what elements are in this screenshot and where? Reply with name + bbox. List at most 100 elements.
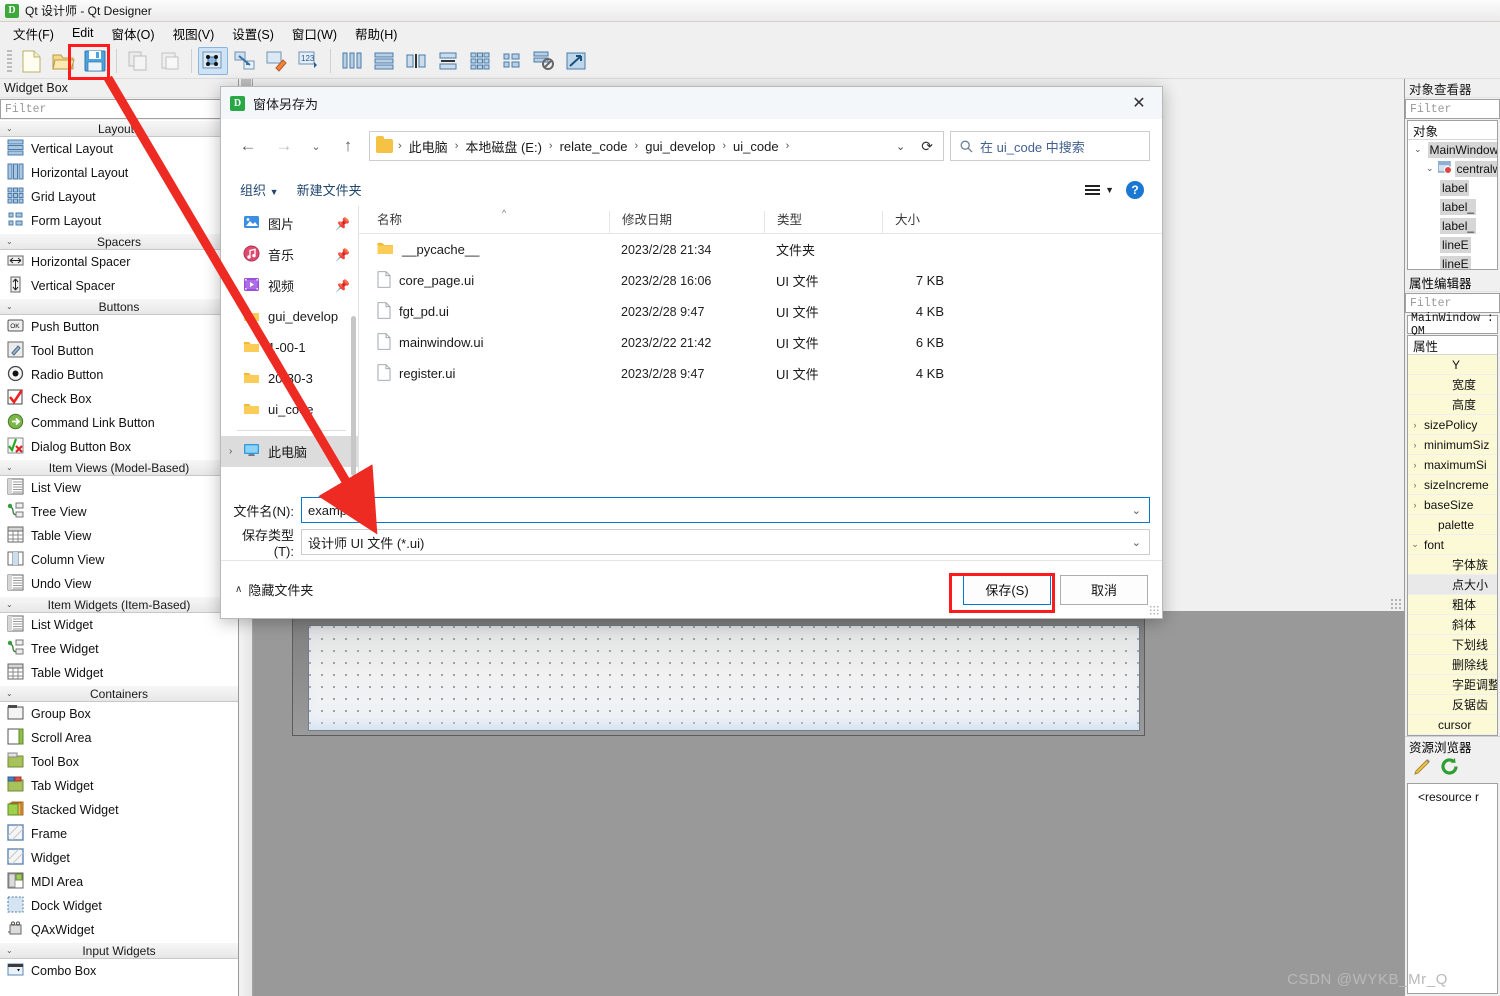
save-button[interactable]: 保存(S) — [963, 575, 1051, 605]
property-row-cursor[interactable]: cursor — [1408, 715, 1497, 735]
property-row-sizeincreme[interactable]: ›sizeIncreme — [1408, 475, 1497, 495]
file-list[interactable]: __pycache__2023/2/28 21:34文件夹core_page.u… — [359, 234, 1162, 389]
property-row-高度[interactable]: 高度 — [1408, 395, 1497, 415]
widget-item-tree-widget[interactable]: Tree Widget — [0, 637, 238, 661]
menu-edit[interactable]: Edit — [63, 24, 103, 42]
new-form-icon[interactable] — [16, 47, 46, 75]
pin-icon[interactable]: 📌 — [335, 248, 350, 262]
widget-box-category-spacers[interactable]: ⌄Spacers — [0, 233, 238, 250]
property-row-删除线[interactable]: 删除线 — [1408, 655, 1497, 675]
file-row[interactable]: register.ui2023/2/28 9:47UI 文件4 KB — [359, 358, 1162, 389]
widget-item-horizontal-layout[interactable]: Horizontal Layout — [0, 161, 238, 185]
chevron-down-icon[interactable]: ⌄ — [1132, 504, 1141, 517]
paste-icon[interactable] — [155, 47, 185, 75]
widget-box-category-input-widgets[interactable]: ⌄Input Widgets — [0, 942, 238, 959]
filetype-select[interactable]: 设计师 UI 文件 (*.ui) ⌄ — [301, 529, 1150, 555]
layout-vertically-icon[interactable] — [369, 47, 399, 75]
widget-item-horizontal-spacer[interactable]: Horizontal Spacer — [0, 250, 238, 274]
chevron-down-icon[interactable]: ⌄ — [1408, 163, 1434, 174]
widget-item-command-link-button[interactable]: Command Link Button — [0, 411, 238, 435]
up-icon[interactable]: ↑ — [333, 131, 363, 161]
widget-box-category-buttons[interactable]: ⌄Buttons — [0, 298, 238, 315]
property-row-字体族[interactable]: 字体族 — [1408, 555, 1497, 575]
object-row-lineedit-2[interactable]: lineE — [1408, 254, 1497, 270]
dialog-places-sidebar[interactable]: 图片📌音乐📌视频📌gui_develop1-00-120-30-3ui_code… — [221, 206, 359, 492]
breadcrumb[interactable]: › 此电脑 › 本地磁盘 (E:) › relate_code › gui_de… — [369, 131, 944, 161]
property-editor-table[interactable]: 属性 Y宽度高度›sizePolicy›minimumSiz›maximumSi… — [1407, 335, 1498, 736]
menu-form[interactable]: 窗体(O) — [103, 22, 164, 45]
widget-item-grid-layout[interactable]: Grid Layout — [0, 185, 238, 209]
widget-item-qaxwidget[interactable]: QAxWidget — [0, 918, 238, 942]
edit-signals-slots-icon[interactable] — [230, 47, 260, 75]
widget-box-category-layouts[interactable]: ⌄Layouts — [0, 120, 238, 137]
organize-button[interactable]: 组织 ▼ — [233, 176, 286, 203]
widget-item-table-widget[interactable]: Table Widget — [0, 661, 238, 685]
form-canvas[interactable] — [308, 625, 1140, 731]
widget-item-dialog-button-box[interactable]: Dialog Button Box — [0, 435, 238, 459]
pencil-icon[interactable] — [1413, 757, 1432, 781]
chevron-right-icon[interactable]: › — [1408, 420, 1422, 430]
widget-item-tree-view[interactable]: Tree View — [0, 500, 238, 524]
widget-item-vertical-spacer[interactable]: Vertical Spacer — [0, 274, 238, 298]
widget-item-widget[interactable]: Widget — [0, 846, 238, 870]
object-inspector-tree[interactable]: 对象 ⌄ MainWindow ⌄ centralwidget label la… — [1407, 120, 1498, 270]
layout-grid-icon[interactable] — [465, 47, 495, 75]
property-row-点大小[interactable]: 点大小 — [1408, 575, 1497, 595]
close-icon[interactable]: ✕ — [1116, 87, 1162, 119]
sidebar-scrollbar[interactable] — [351, 316, 356, 476]
widget-item-form-layout[interactable]: Form Layout — [0, 209, 238, 233]
widget-item-undo-view[interactable]: Undo View — [0, 572, 238, 596]
refresh-icon[interactable]: ⟳ — [915, 138, 939, 155]
edit-buddies-icon[interactable] — [262, 47, 292, 75]
layout-form-icon[interactable] — [497, 47, 527, 75]
toolbar-grip[interactable] — [7, 50, 12, 72]
property-row-y[interactable]: Y — [1408, 355, 1497, 375]
back-icon[interactable]: ← — [233, 131, 263, 161]
filename-input[interactable]: example ⌄ — [301, 497, 1150, 523]
menu-view[interactable]: 视图(V) — [164, 22, 224, 45]
file-row[interactable]: __pycache__2023/2/28 21:34文件夹 — [359, 234, 1162, 265]
save-form-icon[interactable] — [80, 47, 110, 75]
form-design-window[interactable] — [292, 614, 1145, 736]
reload-icon[interactable] — [1440, 757, 1459, 781]
breadcrumb-drive-e[interactable]: 本地磁盘 (E:) — [461, 135, 546, 158]
cancel-button[interactable]: 取消 — [1060, 575, 1148, 605]
menu-help[interactable]: 帮助(H) — [346, 22, 406, 45]
widget-item-check-box[interactable]: Check Box — [0, 387, 238, 411]
layout-splitter-v-icon[interactable] — [433, 47, 463, 75]
widget-box-category-item-widgets-item-based[interactable]: ⌄Item Widgets (Item-Based) — [0, 596, 238, 613]
sidebar-item-音乐[interactable]: 音乐📌 — [221, 239, 358, 270]
widget-item-tool-button[interactable]: Tool Button — [0, 339, 238, 363]
menu-settings[interactable]: 设置(S) — [223, 22, 283, 45]
property-row-palette[interactable]: palette — [1408, 515, 1497, 535]
breadcrumb-gui-develop[interactable]: gui_develop — [641, 137, 719, 156]
layout-splitter-h-icon[interactable] — [401, 47, 431, 75]
hide-folders-toggle[interactable]: ∧ 隐藏文件夹 — [235, 580, 313, 599]
sidebar-item-视频[interactable]: 视频📌 — [221, 270, 358, 301]
chevron-down-icon[interactable]: ⌄ — [1408, 539, 1422, 550]
chevron-right-icon[interactable]: › — [229, 446, 232, 457]
column-header-type[interactable]: 类型 — [764, 211, 882, 233]
chevron-down-icon[interactable]: ⌄ — [1408, 144, 1422, 155]
object-row-label-1[interactable]: label — [1408, 178, 1497, 197]
forward-icon[interactable]: → — [269, 131, 299, 161]
menu-file[interactable]: 文件(F) — [4, 22, 63, 45]
widget-box-list[interactable]: ⌄LayoutsVertical LayoutHorizontal Layout… — [0, 120, 238, 996]
property-row-反锯齿[interactable]: 反锯齿 — [1408, 695, 1497, 715]
widget-item-group-box[interactable]: Group Box — [0, 702, 238, 726]
view-list-icon[interactable]: ▼ — [1085, 185, 1114, 195]
search-input[interactable]: 在 ui_code 中搜索 — [950, 131, 1150, 161]
breadcrumb-dropdown-icon[interactable]: ⌄ — [888, 140, 913, 153]
property-row-sizepolicy[interactable]: ›sizePolicy — [1408, 415, 1497, 435]
widget-item-list-widget[interactable]: List Widget — [0, 613, 238, 637]
column-header-size[interactable]: 大小 — [882, 211, 962, 233]
file-row[interactable]: core_page.ui2023/2/28 16:06UI 文件7 KB — [359, 265, 1162, 296]
widget-item-tab-widget[interactable]: Tab Widget — [0, 774, 238, 798]
resource-root-item[interactable]: <resource r — [1418, 790, 1479, 804]
object-row-label-3[interactable]: label_ — [1408, 216, 1497, 235]
widget-item-frame[interactable]: Frame — [0, 822, 238, 846]
property-row-basesize[interactable]: ›baseSize — [1408, 495, 1497, 515]
sidebar-item-1-00-1[interactable]: 1-00-1 — [221, 332, 358, 363]
sidebar-item-此电脑[interactable]: ›此电脑 — [221, 436, 358, 467]
widget-item-tool-box[interactable]: Tool Box — [0, 750, 238, 774]
